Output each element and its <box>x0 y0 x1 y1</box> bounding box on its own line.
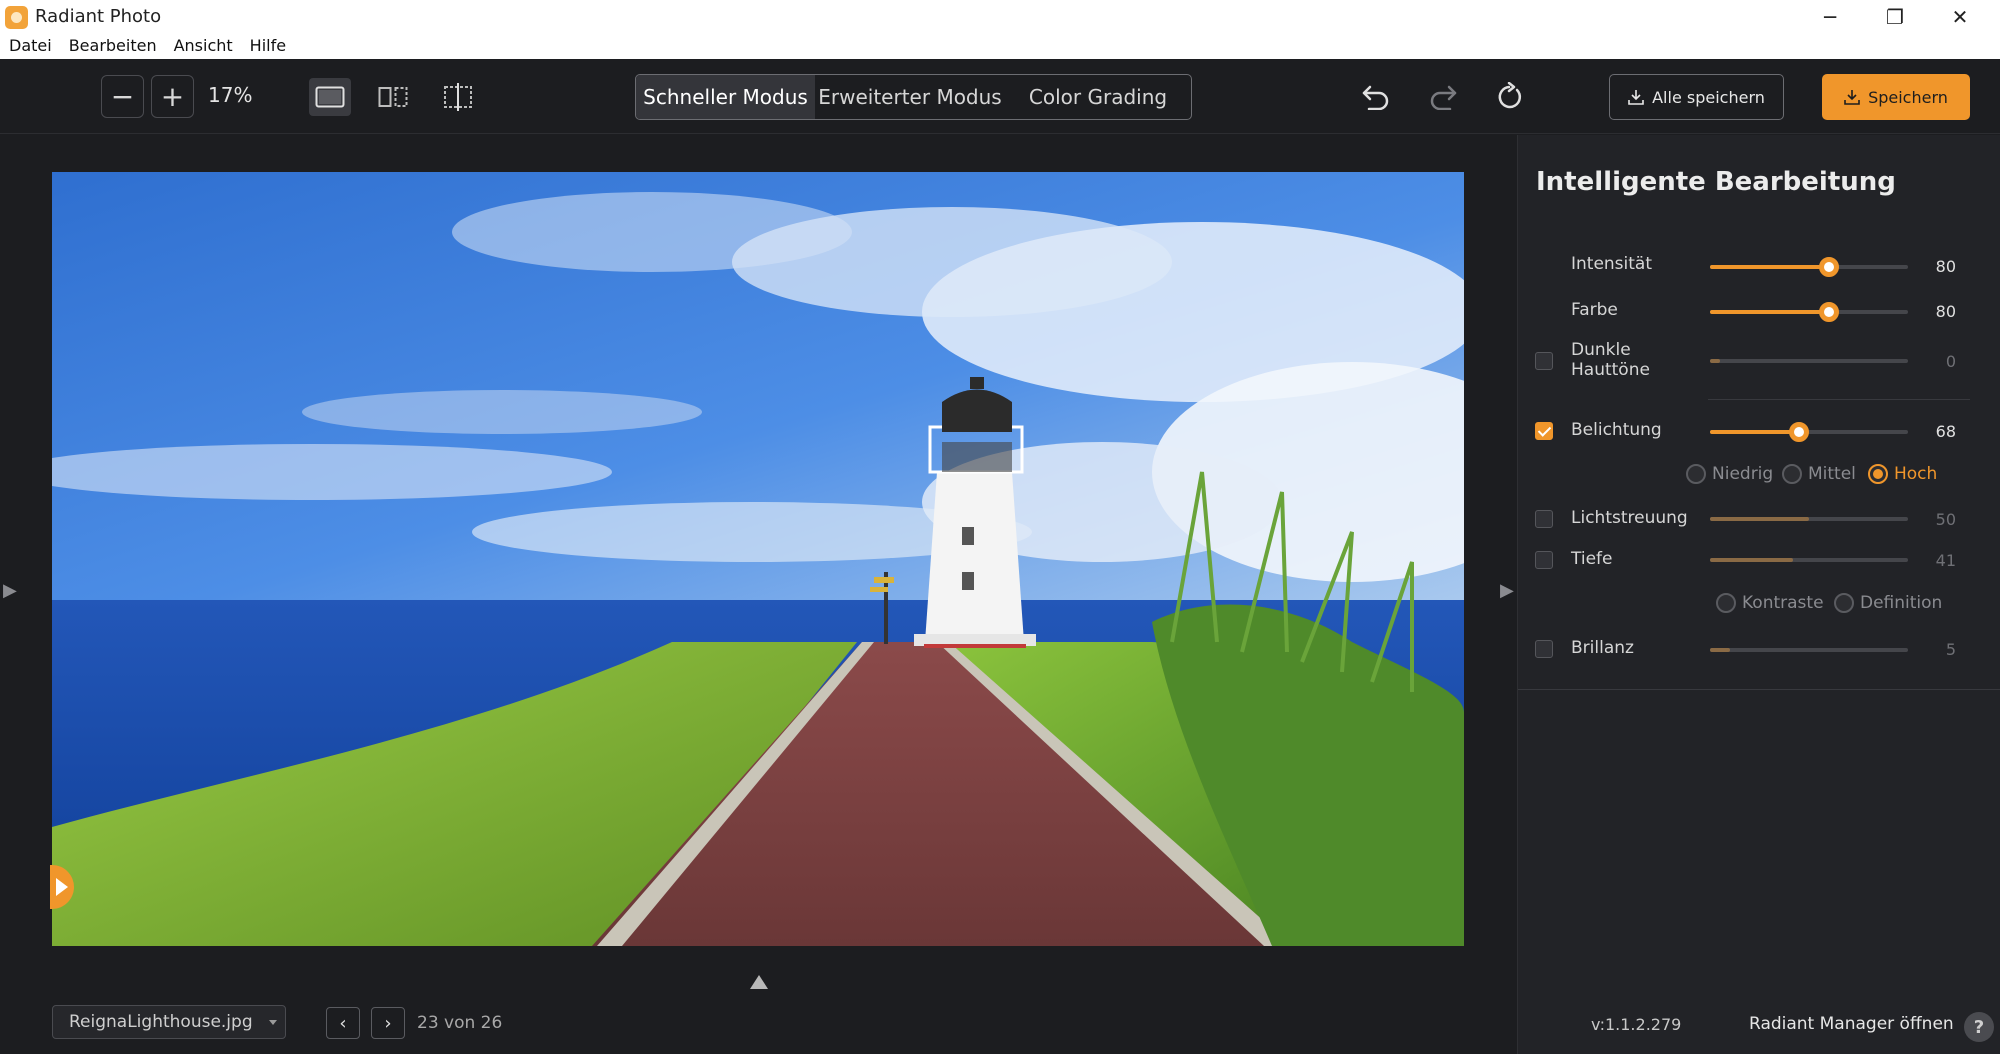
app-logo-icon <box>5 6 28 29</box>
smart-editing-panel: Intelligente Bearbeitung Intensität 80 F… <box>1517 135 2000 1054</box>
radio-definition <box>1834 593 1854 613</box>
panel-bottom-divider <box>1518 689 2000 690</box>
dark-skin-slider[interactable] <box>1710 359 1908 363</box>
file-name: ReignaLighthouse.jpg <box>69 1012 253 1032</box>
brilliance-label: Brillanz <box>1571 638 1634 658</box>
redo-icon[interactable] <box>1424 79 1462 115</box>
menu-bar: Datei Bearbeiten Ansicht Hilfe <box>0 34 2000 59</box>
tab-quick-mode[interactable]: Schneller Modus <box>636 75 815 119</box>
mode-switcher: Schneller Modus Erweiterter Modus Color … <box>635 74 1192 120</box>
color-slider-knob[interactable] <box>1818 302 1839 322</box>
right-panel-toggle-icon[interactable]: ▶ <box>1500 580 1514 601</box>
brilliance-checkbox[interactable] <box>1535 640 1553 658</box>
open-radiant-manager-link[interactable]: Radiant Manager öffnen <box>1749 1014 1954 1034</box>
intensity-slider[interactable] <box>1710 257 1908 277</box>
light-diffusion-checkbox[interactable] <box>1535 510 1553 528</box>
light-diffusion-label: Lichtstreuung <box>1571 508 1688 528</box>
radio-high <box>1868 464 1888 484</box>
panel-title: Intelligente Bearbeitung <box>1536 167 1896 197</box>
menu-edit[interactable]: Bearbeiten <box>60 34 165 59</box>
exposure-option-low[interactable]: Niedrig <box>1686 464 1773 484</box>
depth-value: 41 <box>1935 551 1956 570</box>
exposure-value: 68 <box>1935 422 1956 441</box>
image-counter: 23 von 26 <box>417 1013 503 1033</box>
zoom-level: 17% <box>208 83 253 107</box>
split-view-icon[interactable] <box>372 78 414 116</box>
intensity-label: Intensität <box>1571 254 1653 274</box>
menu-view[interactable]: Ansicht <box>165 34 241 59</box>
compare-view-icon[interactable] <box>437 78 479 116</box>
dark-skin-value: 0 <box>1945 352 1956 371</box>
file-dropdown[interactable]: ReignaLighthouse.jpg <box>52 1005 286 1039</box>
previous-image-button[interactable]: ‹ <box>326 1007 360 1039</box>
radio-contrast <box>1716 593 1736 613</box>
menu-file[interactable]: Datei <box>0 34 60 59</box>
minimize-button[interactable]: ─ <box>1800 0 1860 34</box>
download-icon <box>1628 90 1644 105</box>
zoom-out-button[interactable]: − <box>101 75 144 118</box>
color-label: Farbe <box>1571 300 1618 320</box>
title-bar: Radiant Photo ─ ❐ ✕ <box>0 0 2000 34</box>
window-title: Radiant Photo <box>35 6 162 27</box>
reset-icon[interactable] <box>1490 79 1528 115</box>
maximize-button[interactable]: ❐ <box>1865 0 1925 34</box>
next-image-button[interactable]: › <box>371 1007 405 1039</box>
color-slider[interactable] <box>1710 302 1908 322</box>
toolbar: − + 17% Schneller Modus Erweiterter Modu… <box>0 59 2000 134</box>
brilliance-value: 5 <box>1945 640 1956 659</box>
download-icon <box>1844 90 1860 105</box>
depth-option-definition[interactable]: Definition <box>1834 593 1942 613</box>
photo-preview[interactable] <box>52 172 1464 946</box>
tab-advanced-mode[interactable]: Erweiterter Modus <box>815 75 1005 119</box>
undo-icon[interactable] <box>1357 79 1395 115</box>
menu-help[interactable]: Hilfe <box>241 34 294 59</box>
dark-skin-checkbox[interactable] <box>1535 352 1553 370</box>
chevron-down-icon <box>269 1020 277 1025</box>
brilliance-slider[interactable] <box>1710 648 1908 652</box>
depth-label: Tiefe <box>1571 549 1613 569</box>
zoom-in-button[interactable]: + <box>151 75 194 118</box>
close-button[interactable]: ✕ <box>1930 0 1990 34</box>
exposure-label: Belichtung <box>1571 420 1662 440</box>
filmstrip-toggle-icon[interactable] <box>750 975 768 989</box>
radio-medium <box>1782 464 1802 484</box>
save-button[interactable]: Speichern <box>1822 74 1970 120</box>
exposure-checkbox[interactable] <box>1535 422 1553 440</box>
image-canvas: ▶ ▶ ReignaLighthouse.jpg ‹ › 23 von 26 <box>0 135 1517 1054</box>
radiant-photo-app: Radiant Photo ─ ❐ ✕ Datei Bearbeiten Ans… <box>0 0 2000 1054</box>
radio-low <box>1686 464 1706 484</box>
tab-color-grading[interactable]: Color Grading <box>1005 75 1191 119</box>
exposure-slider-knob[interactable] <box>1789 422 1810 442</box>
depth-option-contrast[interactable]: Kontraste <box>1716 593 1824 613</box>
help-icon[interactable]: ? <box>1964 1012 1994 1042</box>
exposure-option-high[interactable]: Hoch <box>1868 464 1937 484</box>
panel-divider <box>1708 399 1970 400</box>
version-label: v:1.1.2.279 <box>1591 1015 1682 1034</box>
single-view-icon[interactable] <box>309 78 351 116</box>
exposure-slider[interactable] <box>1710 422 1908 442</box>
depth-slider[interactable] <box>1710 558 1908 562</box>
light-diffusion-value: 50 <box>1935 510 1956 529</box>
save-all-label: Alle speichern <box>1652 87 1765 107</box>
light-diffusion-slider[interactable] <box>1710 517 1908 521</box>
left-panel-toggle-icon[interactable]: ▶ <box>3 580 17 601</box>
save-all-button[interactable]: Alle speichern <box>1609 74 1784 120</box>
intensity-slider-knob[interactable] <box>1818 257 1839 277</box>
color-value: 80 <box>1935 302 1956 321</box>
depth-checkbox[interactable] <box>1535 551 1553 569</box>
exposure-option-medium[interactable]: Mittel <box>1782 464 1856 484</box>
dark-skin-label: Dunkle Hauttöne <box>1571 340 1650 380</box>
intensity-value: 80 <box>1935 257 1956 276</box>
save-label: Speichern <box>1868 87 1948 107</box>
